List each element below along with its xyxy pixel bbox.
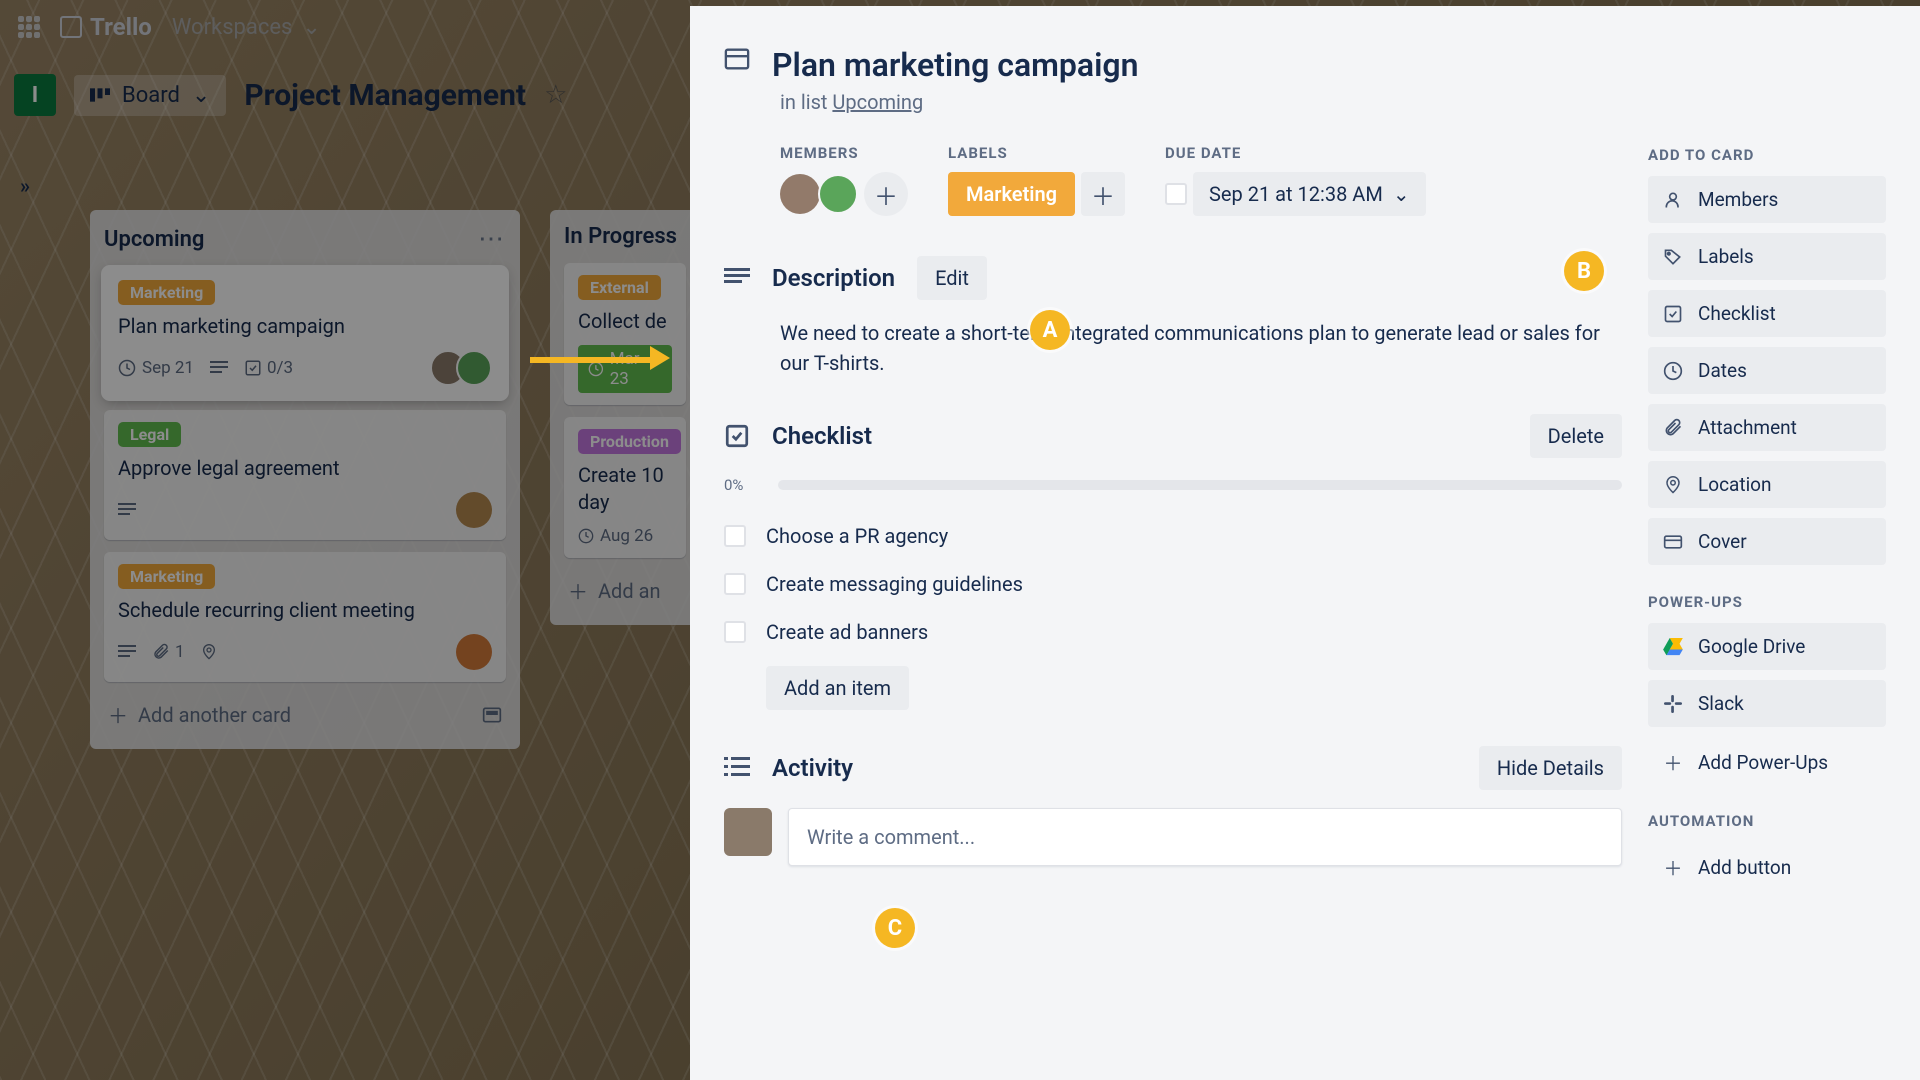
- annotation-b: B: [1564, 251, 1604, 291]
- tag-icon: [1662, 247, 1684, 267]
- chevron-down-icon: ⌄: [1393, 182, 1410, 206]
- description-section: Description Edit We need to create a sho…: [724, 256, 1622, 378]
- add-label-button[interactable]: ＋: [1081, 172, 1125, 216]
- labels-heading: LABELS: [948, 144, 1125, 162]
- delete-checklist-button[interactable]: Delete: [1530, 414, 1622, 458]
- cover-icon: [1662, 534, 1684, 550]
- activity-heading: Activity: [772, 754, 853, 782]
- checklist-icon: [724, 423, 750, 449]
- add-member-button[interactable]: ＋: [864, 172, 908, 216]
- current-user-avatar: [724, 808, 772, 856]
- comment-input[interactable]: Write a comment...: [788, 808, 1622, 866]
- sidebar-location-button[interactable]: Location: [1648, 461, 1886, 508]
- user-icon: [1662, 190, 1684, 210]
- members-block: MEMBERS ＋: [780, 144, 908, 216]
- sidebar-attachment-button[interactable]: Attachment: [1648, 404, 1886, 451]
- description-icon: [724, 265, 750, 291]
- activity-icon: [724, 755, 750, 781]
- labels-block: LABELS Marketing ＋: [948, 144, 1125, 216]
- description-heading: Description: [772, 264, 895, 292]
- card-sidebar: ADD TO CARD Members Labels Checklist Dat…: [1648, 144, 1886, 903]
- checklist-checkbox[interactable]: [724, 573, 746, 595]
- due-complete-checkbox[interactable]: [1165, 183, 1187, 205]
- plus-icon: ＋: [1662, 854, 1684, 881]
- powerup-gdrive-button[interactable]: Google Drive: [1648, 623, 1886, 670]
- clock-icon: [1662, 361, 1684, 381]
- checklist-checkbox[interactable]: [724, 525, 746, 547]
- list-link[interactable]: Upcoming: [832, 90, 923, 114]
- member-avatar[interactable]: [780, 174, 820, 214]
- add-to-card-heading: ADD TO CARD: [1648, 146, 1886, 164]
- hide-details-button[interactable]: Hide Details: [1479, 746, 1622, 790]
- sidebar-dates-button[interactable]: Dates: [1648, 347, 1886, 394]
- card-detail-modal: Plan marketing campaign in list Upcoming…: [690, 6, 1920, 1080]
- checklist-checkbox[interactable]: [724, 621, 746, 643]
- attachment-icon: [1662, 418, 1684, 438]
- add-checklist-item-button[interactable]: Add an item: [766, 666, 909, 710]
- plus-icon: ＋: [1091, 177, 1115, 212]
- powerups-heading: POWER-UPS: [1648, 593, 1886, 611]
- checklist-heading: Checklist: [772, 422, 872, 450]
- member-avatar[interactable]: [818, 174, 858, 214]
- card-title[interactable]: Plan marketing campaign: [772, 46, 1139, 84]
- members-heading: MEMBERS: [780, 144, 908, 162]
- sidebar-members-button[interactable]: Members: [1648, 176, 1886, 223]
- plus-icon: ＋: [874, 177, 898, 212]
- checklist-section: Checklist Delete 0% Choose a PR agency C…: [724, 414, 1622, 710]
- slack-icon: [1662, 695, 1684, 713]
- plus-icon: ＋: [1662, 749, 1684, 776]
- card-icon: [724, 46, 750, 72]
- gdrive-icon: [1662, 638, 1684, 656]
- checklist-progress-bar: [778, 480, 1622, 490]
- powerup-slack-button[interactable]: Slack: [1648, 680, 1886, 727]
- checklist-icon: [1662, 304, 1684, 324]
- add-automation-button[interactable]: ＋Add button: [1648, 842, 1886, 893]
- add-powerup-button[interactable]: ＋Add Power-Ups: [1648, 737, 1886, 788]
- sidebar-cover-button[interactable]: Cover: [1648, 518, 1886, 565]
- due-date-block: DUE DATE Sep 21 at 12:38 AM⌄: [1165, 144, 1426, 216]
- automation-heading: AUTOMATION: [1648, 812, 1886, 830]
- due-date-button[interactable]: Sep 21 at 12:38 AM⌄: [1193, 172, 1426, 216]
- activity-section: Activity Hide Details Write a comment...: [724, 746, 1622, 866]
- checklist-item[interactable]: Create ad banners: [724, 608, 1622, 656]
- due-date-heading: DUE DATE: [1165, 144, 1426, 162]
- annotation-c: C: [875, 908, 915, 948]
- sidebar-labels-button[interactable]: Labels: [1648, 233, 1886, 280]
- checklist-item[interactable]: Create messaging guidelines: [724, 560, 1622, 608]
- card-list-info: in list Upcoming: [780, 90, 1886, 114]
- label-chip[interactable]: Marketing: [948, 172, 1075, 216]
- checklist-item[interactable]: Choose a PR agency: [724, 512, 1622, 560]
- sidebar-checklist-button[interactable]: Checklist: [1648, 290, 1886, 337]
- annotation-arrow: [530, 352, 670, 364]
- description-text[interactable]: We need to create a short-term integrate…: [780, 318, 1622, 378]
- annotation-a: A: [1030, 310, 1070, 350]
- checklist-percent: 0%: [724, 476, 764, 494]
- edit-description-button[interactable]: Edit: [917, 256, 987, 300]
- location-icon: [1662, 474, 1684, 496]
